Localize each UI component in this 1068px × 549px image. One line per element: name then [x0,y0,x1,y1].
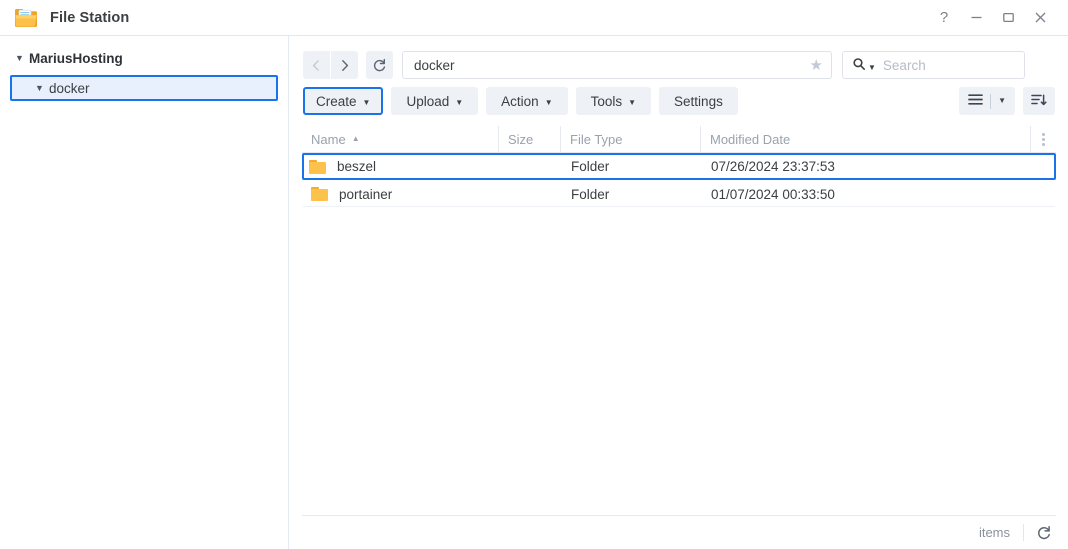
maximize-button[interactable] [992,4,1024,32]
file-type-cell: Folder [571,186,610,202]
column-header-size-label: Size [508,131,534,147]
folder-app-icon [14,7,38,28]
caret-down-icon: ▼ [455,97,464,107]
settings-button-label: Settings [674,93,723,109]
main-panel: docker ★ ▼ Search Create ▼ Upload ▼ Acti… [290,36,1068,549]
column-header-size[interactable]: Size [498,126,560,152]
file-type-cell: Folder [571,159,610,174]
status-bar: items [302,515,1056,549]
file-name-cell: beszel [304,159,500,174]
file-list: beszel Folder 07/26/2024 23:37:53 portai… [302,153,1056,207]
caret-down-icon: ▼ [544,97,553,107]
refresh-icon[interactable] [366,51,393,79]
column-options-button[interactable] [1030,126,1056,152]
upload-button-label: Upload [406,93,450,109]
caret-down-icon: ▼ [628,97,637,107]
sidebar-root-label: MariusHosting [29,51,123,66]
caret-down-icon: ▼ [362,97,371,107]
file-name-label: beszel [337,159,377,174]
create-button[interactable]: Create ▼ [303,87,384,115]
path-value: docker [414,57,455,73]
star-icon[interactable]: ★ [810,58,823,73]
settings-button[interactable]: Settings [659,87,738,115]
column-header-name-label: Name [311,131,346,147]
sidebar-item-mariushosting[interactable]: ▼ MariusHosting [0,47,288,70]
list-view-button[interactable]: ▼ [959,87,1015,115]
column-header-name[interactable]: Name ▲ [302,126,498,152]
help-button[interactable]: ? [928,4,960,32]
file-name-label: portainer [339,186,393,202]
file-name-cell: portainer [304,187,500,202]
file-date-cell: 01/07/2024 00:33:50 [711,186,835,202]
kebab-menu-icon [1042,132,1045,146]
tools-button[interactable]: Tools ▼ [575,87,652,115]
column-header-modified-date-label: Modified Date [710,131,791,147]
sidebar: ▼ MariusHosting ▼ docker [0,36,289,549]
close-button[interactable] [1024,4,1056,32]
column-header-modified-date[interactable]: Modified Date [700,126,1030,152]
caret-down-icon[interactable]: ▼ [868,63,876,72]
sidebar-item-docker[interactable]: ▼ docker [10,75,278,101]
caret-down-icon[interactable]: ▼ [35,83,49,93]
table-row[interactable]: beszel Folder 07/26/2024 23:37:53 [302,153,1056,180]
search-placeholder: Search [882,57,926,73]
navigation-toolbar: docker ★ ▼ Search [290,50,1068,80]
create-button-label: Create [316,93,357,109]
window-titlebar: File Station ? [0,0,1068,36]
status-refresh-button[interactable] [1036,525,1052,541]
table-row[interactable]: portainer Folder 01/07/2024 00:33:50 [302,180,1056,207]
page-title: File Station [50,9,130,26]
back-arrow-icon[interactable] [303,51,330,79]
action-button-label: Action [501,93,539,109]
folder-icon [309,159,326,174]
file-list-header: Name ▲ Size File Type Modified Date [302,126,1056,153]
upload-button[interactable]: Upload ▼ [391,87,479,115]
caret-down-icon[interactable]: ▼ [15,54,29,63]
path-input[interactable]: docker ★ [402,51,832,79]
sort-button[interactable] [1023,87,1055,115]
divider [1023,524,1024,541]
column-header-file-type[interactable]: File Type [560,126,700,152]
divider [990,93,992,109]
nav-button-group [303,51,393,79]
search-input[interactable]: ▼ Search [842,51,1025,79]
minimize-button[interactable] [960,4,992,32]
item-count-label: items [978,525,1010,540]
action-button[interactable]: Action ▼ [486,87,568,115]
sort-descending-icon [1031,93,1047,110]
file-date-cell: 07/26/2024 23:37:53 [711,159,835,174]
forward-arrow-icon[interactable] [331,51,358,79]
search-icon [852,57,866,74]
sort-ascending-icon: ▲ [351,133,360,143]
list-view-icon [968,93,983,109]
action-toolbar: Create ▼ Upload ▼ Action ▼ Tools ▼ Setti… [290,86,1068,116]
chevron-down-icon[interactable]: ▼ [998,96,1006,105]
window-controls: ? [928,4,1068,32]
tools-button-label: Tools [590,93,623,109]
column-header-file-type-label: File Type [570,131,623,147]
folder-icon [311,187,328,201]
sidebar-item-label: docker [49,80,90,96]
